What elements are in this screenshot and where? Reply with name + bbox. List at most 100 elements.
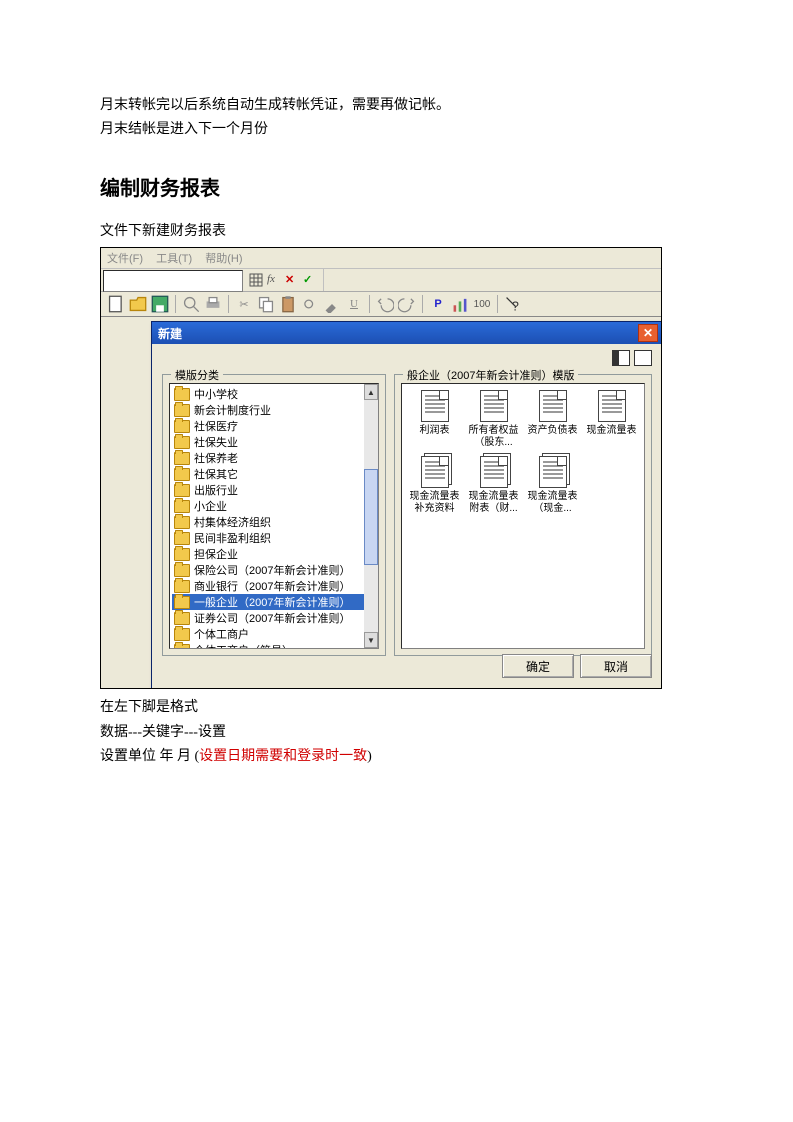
- category-item-label: 社保失业: [194, 434, 238, 450]
- link-icon[interactable]: [301, 295, 319, 313]
- folder-icon: [174, 580, 190, 593]
- folder-icon: [174, 612, 190, 625]
- scroll-thumb[interactable]: [364, 469, 378, 565]
- category-panel-label: 模版分类: [171, 367, 223, 383]
- section-heading: 编制财务报表: [100, 172, 693, 201]
- template-item[interactable]: 所有者权益（股东...: [466, 390, 522, 452]
- toolbar-row-2: ✂ U P 100 ?: [101, 292, 661, 317]
- cancel-icon[interactable]: ✕: [285, 273, 299, 287]
- screenshot-caption: 文件下新建财务报表: [100, 221, 693, 243]
- document-icon: [480, 390, 508, 422]
- fx-icon[interactable]: fx: [267, 273, 281, 287]
- category-item[interactable]: 社保养老: [172, 450, 378, 466]
- close-icon[interactable]: ✕: [638, 324, 658, 342]
- dialog-titlebar: 新建 ✕: [152, 322, 662, 344]
- category-item-label: 一般企业（2007年新会计准则）: [194, 594, 350, 610]
- folder-icon: [174, 564, 190, 577]
- redo-icon[interactable]: [398, 295, 416, 313]
- template-item[interactable]: 资产负债表: [525, 390, 581, 452]
- folder-icon: [174, 404, 190, 417]
- category-item[interactable]: 一般企业（2007年新会计准则）: [172, 594, 378, 610]
- cut-icon[interactable]: ✂: [235, 295, 253, 313]
- app-screenshot: 文件(F) 工具(T) 帮助(H) fx ✕ ✓ ✂: [100, 247, 662, 689]
- template-item[interactable]: 现金流量表: [584, 390, 640, 452]
- menu-file[interactable]: 文件(F): [107, 253, 143, 265]
- cancel-button[interactable]: 取消: [580, 654, 652, 678]
- category-item[interactable]: 社保其它: [172, 466, 378, 482]
- context-help-icon[interactable]: ?: [504, 295, 522, 313]
- folder-icon: [174, 468, 190, 481]
- check-icon[interactable]: ✓: [303, 273, 317, 287]
- preview-icon[interactable]: [182, 295, 200, 313]
- category-item[interactable]: 小企业: [172, 498, 378, 514]
- template-item-label: 现金流量表: [584, 425, 640, 437]
- menu-tool[interactable]: 工具(T): [156, 253, 192, 265]
- note-line-2: 数据---关键字---设置: [100, 722, 693, 744]
- category-item[interactable]: 社保失业: [172, 434, 378, 450]
- template-panel: 般企业（2007年新会计准则）模版 利润表所有者权益（股东...资产负债表现金流…: [394, 374, 652, 656]
- chart-icon[interactable]: [451, 295, 469, 313]
- print-icon[interactable]: [204, 295, 222, 313]
- open-icon[interactable]: [129, 295, 147, 313]
- folder-icon: [174, 420, 190, 433]
- category-item-label: 中小学校: [194, 386, 238, 402]
- new-icon[interactable]: [107, 295, 125, 313]
- toolbar-input[interactable]: [103, 270, 243, 292]
- category-item-label: 证券公司（2007年新会计准则）: [194, 610, 350, 626]
- undo-icon[interactable]: [376, 295, 394, 313]
- template-item[interactable]: 现金流量表附表（财...: [466, 456, 522, 518]
- category-item-label: 社保其它: [194, 466, 238, 482]
- document-icon: [421, 390, 449, 422]
- note-highlight: 设置日期需要和登录时一致: [199, 749, 367, 764]
- category-item[interactable]: 社保医疗: [172, 418, 378, 434]
- folder-icon: [174, 484, 190, 497]
- copy-icon[interactable]: [257, 295, 275, 313]
- category-item[interactable]: 个体工商户（简易）: [172, 642, 378, 649]
- category-item[interactable]: 担保企业: [172, 546, 378, 562]
- template-item-label: 现金流量表补充资料: [407, 491, 463, 514]
- category-item[interactable]: 村集体经济组织: [172, 514, 378, 530]
- folder-icon: [174, 436, 190, 449]
- template-item[interactable]: 利润表: [407, 390, 463, 452]
- p-icon[interactable]: P: [429, 295, 447, 313]
- paste-icon[interactable]: [279, 295, 297, 313]
- document-icon: [539, 390, 567, 422]
- document-icon: [480, 456, 508, 488]
- view-list-icon[interactable]: [612, 350, 630, 366]
- folder-icon: [174, 452, 190, 465]
- template-grid: 利润表所有者权益（股东...资产负债表现金流量表现金流量表补充资料现金流量表附表…: [401, 383, 645, 649]
- category-item-label: 保险公司（2007年新会计准则）: [194, 562, 350, 578]
- tool-icon[interactable]: [323, 295, 341, 313]
- category-item[interactable]: 民间非盈利组织: [172, 530, 378, 546]
- zoom-icon[interactable]: 100: [473, 295, 491, 313]
- folder-icon: [174, 516, 190, 529]
- category-item-label: 社保医疗: [194, 418, 238, 434]
- category-item[interactable]: 出版行业: [172, 482, 378, 498]
- underline-icon[interactable]: U: [345, 295, 363, 313]
- note-line-3: 设置单位 年 月 (设置日期需要和登录时一致): [100, 746, 693, 768]
- category-item-label: 村集体经济组织: [194, 514, 271, 530]
- category-item[interactable]: 中小学校: [172, 386, 378, 402]
- category-tree[interactable]: 中小学校新会计制度行业社保医疗社保失业社保养老社保其它出版行业小企业村集体经济组…: [169, 383, 379, 649]
- menu-help[interactable]: 帮助(H): [205, 253, 242, 265]
- template-item[interactable]: 现金流量表（现金...: [525, 456, 581, 518]
- grid-icon[interactable]: [249, 273, 263, 287]
- save-icon[interactable]: [151, 295, 169, 313]
- view-icons-icon[interactable]: [634, 350, 652, 366]
- document-icon: [421, 456, 449, 488]
- category-item[interactable]: 保险公司（2007年新会计准则）: [172, 562, 378, 578]
- category-item[interactable]: 证券公司（2007年新会计准则）: [172, 610, 378, 626]
- folder-icon: [174, 548, 190, 561]
- template-item-label: 现金流量表附表（财...: [466, 491, 522, 514]
- category-scrollbar[interactable]: ▲ ▼: [364, 384, 378, 648]
- category-item[interactable]: 商业银行（2007年新会计准则）: [172, 578, 378, 594]
- category-item[interactable]: 新会计制度行业: [172, 402, 378, 418]
- new-dialog: 新建 ✕ 模版分类 中小学校新会计制度行业社保医疗社保失业社保养老社保其它出版行…: [151, 321, 662, 689]
- dialog-title: 新建: [158, 325, 182, 342]
- template-item[interactable]: 现金流量表补充资料: [407, 456, 463, 518]
- category-panel: 模版分类 中小学校新会计制度行业社保医疗社保失业社保养老社保其它出版行业小企业村…: [162, 374, 386, 656]
- ok-button[interactable]: 确定: [502, 654, 574, 678]
- app-menubar: 文件(F) 工具(T) 帮助(H): [101, 248, 661, 269]
- scroll-down-icon[interactable]: ▼: [364, 632, 378, 648]
- category-item[interactable]: 个体工商户: [172, 626, 378, 642]
